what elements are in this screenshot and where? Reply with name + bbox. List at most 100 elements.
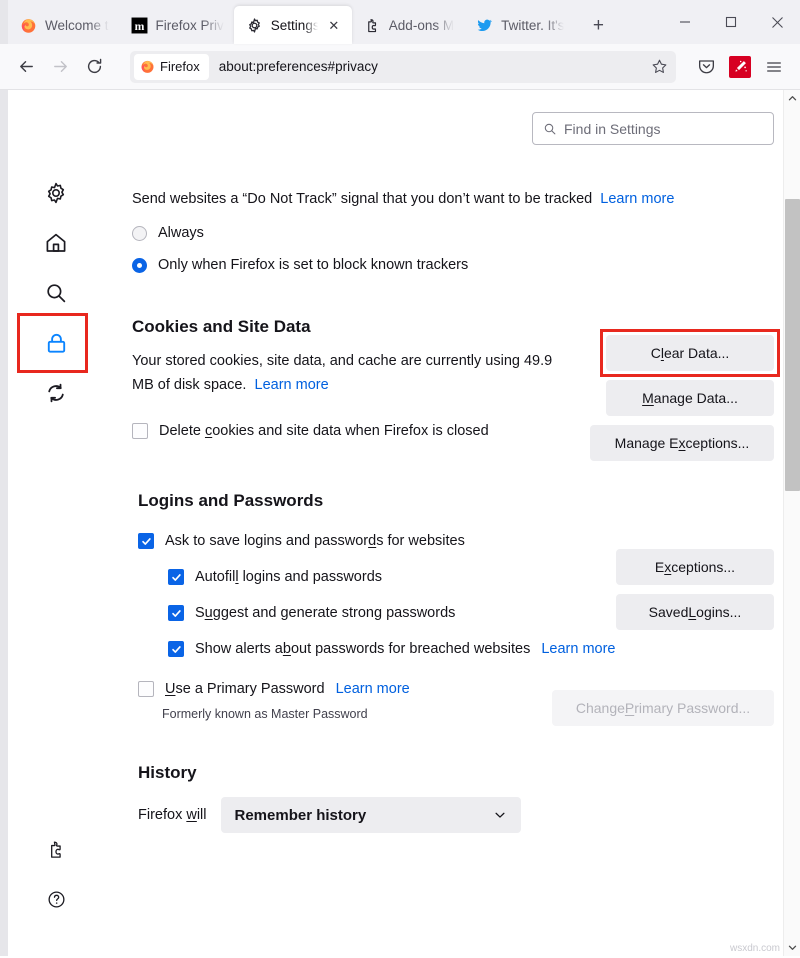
check-icon bbox=[171, 572, 182, 583]
do-not-track-text: Send websites a “Do Not Track” signal th… bbox=[132, 191, 592, 207]
checkbox-ask-to-save-label: Ask to save logins and passwords for web… bbox=[165, 533, 465, 549]
radio-always[interactable] bbox=[132, 226, 147, 241]
search-placeholder: Find in Settings bbox=[564, 121, 661, 137]
primary-password-learn-more-link[interactable]: Learn more bbox=[336, 681, 410, 697]
sidebar-item-extensions-and-themes[interactable] bbox=[33, 826, 79, 872]
checkbox-suggest-passwords-label: Suggest and generate strong passwords bbox=[195, 605, 455, 621]
checkbox-use-primary-password-label: Use a Primary Password bbox=[165, 681, 325, 697]
settings-sidebar bbox=[8, 90, 104, 956]
identity-label: Firefox bbox=[160, 59, 200, 74]
tab-label: Welcome t bbox=[45, 18, 109, 33]
search-icon bbox=[543, 122, 557, 136]
scrollbar-thumb[interactable] bbox=[785, 199, 800, 491]
tab-addons-manager[interactable]: Add-ons M bbox=[352, 6, 464, 44]
vertical-scrollbar[interactable] bbox=[783, 90, 800, 956]
checkbox-suggest-passwords[interactable] bbox=[168, 605, 184, 621]
sidebar-item-firefox-support[interactable] bbox=[33, 876, 79, 922]
history-heading: History bbox=[138, 763, 774, 783]
firefox-logo-icon bbox=[20, 17, 37, 34]
sidebar-item-home[interactable] bbox=[33, 220, 79, 266]
breach-alerts-learn-more-link[interactable]: Learn more bbox=[541, 641, 615, 657]
tab-strip: Welcome t m Firefox Priv Settings ✕ Add-… bbox=[0, 0, 800, 44]
close-button[interactable] bbox=[754, 0, 800, 44]
checkbox-row-ask-to-save[interactable]: Ask to save logins and passwords for web… bbox=[138, 533, 774, 549]
checkbox-delete-cookies-on-close[interactable] bbox=[132, 423, 148, 439]
radio-only-when-blocking-label: Only when Firefox is set to block known … bbox=[158, 257, 468, 273]
firefox-logo-icon bbox=[140, 59, 155, 74]
check-icon bbox=[141, 536, 152, 547]
settings-content-area: Find in Settings Send websites a “Do Not… bbox=[0, 90, 800, 956]
cookies-heading: Cookies and Site Data bbox=[132, 317, 774, 337]
tab-firefox-privacy[interactable]: m Firefox Priv bbox=[119, 6, 234, 44]
gear-icon bbox=[246, 17, 263, 34]
window-left-edge bbox=[0, 0, 8, 44]
reload-button[interactable] bbox=[78, 51, 110, 83]
manage-exceptions-button[interactable]: Manage Exceptions... bbox=[590, 425, 774, 461]
cookies-description: Your stored cookies, site data, and cach… bbox=[132, 350, 572, 397]
history-mode-select[interactable]: Remember history bbox=[221, 797, 521, 833]
radio-only-when-blocking[interactable] bbox=[132, 258, 147, 273]
radio-row-only-when-blocking[interactable]: Only when Firefox is set to block known … bbox=[132, 257, 774, 273]
checkbox-autofill-logins[interactable] bbox=[168, 569, 184, 585]
watermark: wsxdn.com bbox=[730, 943, 780, 954]
scrollbar-track[interactable] bbox=[784, 107, 800, 939]
magic-wand-extension-button[interactable] bbox=[724, 51, 756, 83]
url-text[interactable]: about:preferences#privacy bbox=[219, 59, 648, 74]
tab-twitter[interactable]: Twitter. It's bbox=[464, 6, 574, 44]
tab-settings[interactable]: Settings ✕ bbox=[234, 6, 352, 44]
clear-data-button[interactable]: Clear Data... bbox=[606, 335, 774, 371]
checkbox-use-primary-password[interactable] bbox=[138, 681, 154, 697]
puzzle-piece-icon bbox=[364, 17, 381, 34]
sidebar-item-search[interactable] bbox=[33, 270, 79, 316]
checkbox-ask-to-save-logins[interactable] bbox=[138, 533, 154, 549]
radio-always-label: Always bbox=[158, 225, 204, 241]
scroll-up-arrow[interactable] bbox=[784, 90, 800, 107]
sidebar-item-privacy-and-security[interactable] bbox=[33, 320, 79, 366]
logins-and-passwords-block: Logins and Passwords Ask to save logins … bbox=[132, 491, 774, 721]
search-input[interactable]: Find in Settings bbox=[532, 112, 774, 145]
new-tab-button[interactable]: + bbox=[582, 9, 614, 41]
cookies-and-site-data-block: Cookies and Site Data Your stored cookie… bbox=[132, 317, 774, 439]
sidebar-item-sync[interactable] bbox=[33, 370, 79, 416]
forward-button[interactable] bbox=[44, 51, 76, 83]
hamburger-menu-icon[interactable] bbox=[758, 51, 790, 83]
history-mode-label: Firefox will bbox=[138, 807, 207, 823]
check-icon bbox=[171, 608, 182, 619]
logins-heading: Logins and Passwords bbox=[138, 491, 774, 511]
twitter-bird-icon bbox=[476, 17, 493, 34]
radio-row-always[interactable]: Always bbox=[132, 225, 774, 241]
checkbox-autofill-label: Autofill logins and passwords bbox=[195, 569, 382, 585]
star-icon[interactable] bbox=[648, 56, 670, 78]
identity-badge[interactable]: Firefox bbox=[134, 54, 209, 80]
maximize-button[interactable] bbox=[708, 0, 754, 44]
do-not-track-learn-more-link[interactable]: Learn more bbox=[600, 191, 674, 207]
exceptions-button[interactable]: Exceptions... bbox=[616, 549, 774, 585]
pocket-icon[interactable] bbox=[690, 51, 722, 83]
clear-data-button-wrap: Clear Data... bbox=[606, 335, 774, 371]
tab-label: Add-ons M bbox=[389, 18, 454, 33]
change-primary-password-button: Change Primary Password... bbox=[552, 690, 774, 726]
content-left-edge bbox=[0, 90, 8, 956]
url-bar[interactable]: Firefox about:preferences#privacy bbox=[130, 51, 676, 83]
saved-logins-button[interactable]: Saved Logins... bbox=[616, 594, 774, 630]
tab-welcome[interactable]: Welcome t bbox=[8, 6, 119, 44]
change-primary-password-group: Change Primary Password... bbox=[552, 690, 774, 726]
cookies-description-text: Your stored cookies, site data, and cach… bbox=[132, 353, 552, 392]
manage-data-button[interactable]: Manage Data... bbox=[606, 380, 774, 416]
checkbox-row-breach-alerts[interactable]: Show alerts about passwords for breached… bbox=[168, 641, 774, 657]
scroll-down-arrow[interactable] bbox=[784, 939, 800, 956]
history-mode-value: Remember history bbox=[235, 807, 367, 824]
sidebar-bottom-group bbox=[8, 826, 104, 926]
logins-button-group: Exceptions... Saved Logins... bbox=[616, 549, 774, 630]
cookies-learn-more-link[interactable]: Learn more bbox=[255, 377, 329, 393]
minimize-button[interactable] bbox=[662, 0, 708, 44]
checkbox-breach-alerts-label: Show alerts about passwords for breached… bbox=[195, 641, 530, 657]
window-controls bbox=[662, 0, 800, 44]
back-button[interactable] bbox=[10, 51, 42, 83]
close-icon[interactable]: ✕ bbox=[326, 17, 342, 33]
checkbox-breach-alerts[interactable] bbox=[168, 641, 184, 657]
magic-wand-extension-icon[interactable] bbox=[729, 56, 751, 78]
checkbox-delete-cookies-label: Delete cookies and site data when Firefo… bbox=[159, 423, 489, 439]
sidebar-item-general[interactable] bbox=[33, 170, 79, 216]
do-not-track-block: Send websites a “Do Not Track” signal th… bbox=[132, 189, 774, 273]
